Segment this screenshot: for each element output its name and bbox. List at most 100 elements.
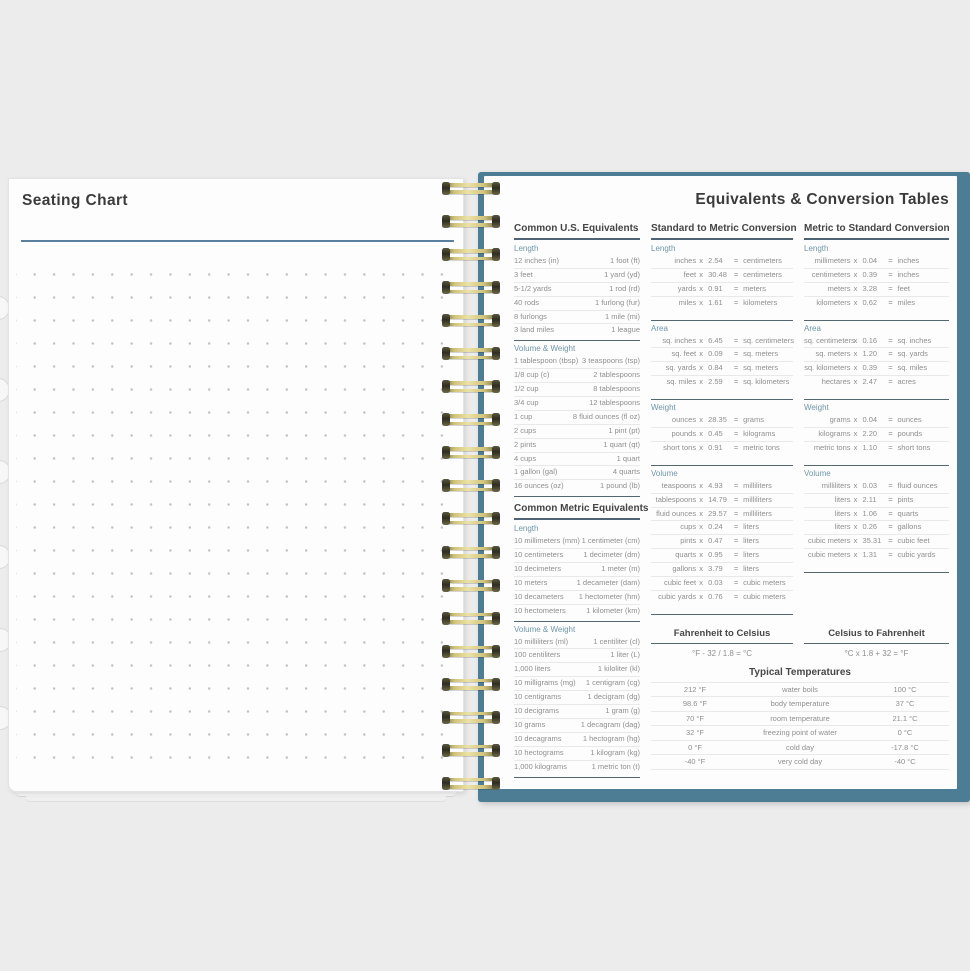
table-row: millimetersx0.04=inches — [804, 255, 949, 269]
conversion-to: sq. yards — [896, 348, 949, 361]
table-row: sq. metersx1.20=sq. yards — [804, 348, 949, 362]
multiply-symbol: x — [851, 362, 861, 375]
fahrenheit-value: -40 °F — [651, 755, 739, 769]
typical-temperatures-title: Typical Temperatures — [651, 667, 949, 678]
equivalent-left: 10 millimeters (mm) — [514, 535, 580, 548]
temperature-label: very cold day — [739, 755, 861, 769]
conversion-to: centimeters — [741, 269, 793, 282]
table-row: kilogramsx2.20=pounds — [804, 428, 949, 442]
formula-text: °F - 32 / 1.8 = °C — [651, 644, 793, 660]
conversion-from: metric tons — [804, 442, 851, 455]
conversion-from: milliliters — [804, 480, 851, 493]
equivalent-right: 8 tablespoons — [593, 383, 640, 396]
section-rows: 10 millimeters (mm)1 centimeter (cm)10 c… — [514, 535, 640, 618]
multiply-symbol: x — [696, 414, 706, 427]
table-row: metric tonsx1.10=short tons — [804, 442, 949, 456]
equivalent-left: 10 hectometers — [514, 605, 566, 618]
temperature-row: 32 °Ffreezing point of water0 °C — [651, 726, 949, 741]
section-rows: inchesx2.54=centimetersfeetx30.48=centim… — [651, 255, 793, 311]
celsius-value: 100 °C — [861, 683, 949, 697]
equals-symbol: = — [731, 414, 741, 427]
conversion-from: sq. miles — [651, 376, 696, 389]
binding-coil — [443, 314, 499, 327]
table-row: 3 feet1 yard (yd) — [514, 269, 640, 283]
conversion-from: cubic meters — [804, 549, 851, 562]
celsius-value: -40 °C — [861, 755, 949, 769]
tables-columns: Common U.S. Equivalents Length 12 inches… — [514, 222, 949, 778]
equivalent-left: 4 cups — [514, 453, 536, 466]
conversion-factor: 0.24 — [706, 521, 731, 534]
conversion-to: metric tons — [741, 442, 793, 455]
section-label: Length — [804, 241, 949, 255]
section-label: Length — [514, 241, 640, 255]
table-row: ouncesx28.35=grams — [651, 414, 793, 428]
equivalent-right: 1 pound (lb) — [600, 480, 640, 493]
conversion-factor: 30.48 — [706, 269, 731, 282]
binding-coil — [443, 446, 499, 459]
equals-symbol: = — [886, 480, 896, 493]
section-label: Volume & Weight — [514, 341, 640, 355]
spiral-binding — [441, 180, 501, 792]
section-length: Length 12 inches (in)1 foot (ft)3 feet1 … — [514, 241, 640, 341]
equivalent-right: 1 mile (mi) — [605, 311, 640, 324]
table-header: Metric to Standard Conversion — [804, 222, 949, 240]
table-row: tablespoonsx14.79=milliliters — [651, 494, 793, 508]
table-row: sq. centimetersx0.16=sq. inches — [804, 335, 949, 349]
table-row: quartsx0.95=liters — [651, 549, 793, 563]
conversion-from: liters — [804, 494, 851, 507]
multiply-symbol: x — [696, 283, 706, 296]
section-length: Length 10 millimeters (mm)1 centimeter (… — [514, 521, 640, 621]
conversion-from: centimeters — [804, 269, 851, 282]
equals-symbol: = — [886, 549, 896, 562]
conversion-to: kilometers — [741, 297, 793, 310]
conversion-to: inches — [896, 269, 949, 282]
equals-symbol: = — [886, 442, 896, 455]
table-row: 1 cup8 fluid ounces (fl oz) — [514, 411, 640, 425]
equivalent-right: 1 hectogram (hg) — [583, 733, 640, 746]
table-row: 10 hectograms1 kilogram (kg) — [514, 747, 640, 761]
table-row: cubic metersx35.31=cubic feet — [804, 535, 949, 549]
equivalent-left: 10 milligrams (mg) — [514, 677, 576, 690]
section-label: Length — [514, 521, 640, 535]
multiply-symbol: x — [696, 563, 706, 576]
conversion-factor: 0.39 — [861, 269, 886, 282]
conversion-factor: 1.20 — [861, 348, 886, 361]
conversion-to: ounces — [896, 414, 949, 427]
conversion-factor: 1.31 — [861, 549, 886, 562]
multiply-symbol: x — [851, 428, 861, 441]
conversion-factor: 0.04 — [861, 255, 886, 268]
equivalent-right: 1 rod (rd) — [609, 283, 640, 296]
notebook-spread: Seating Chart Equivalents & Conversion T… — [0, 0, 970, 971]
conversion-and-temps-wrap: Standard to Metric Conversion Length inc… — [651, 222, 949, 778]
metric-to-std-table: Metric to Standard Conversion Length mil… — [804, 222, 949, 615]
conversion-from: yards — [651, 283, 696, 296]
stacked-page-edge — [26, 796, 446, 802]
section-volume-weight: Volume & Weight 10 milliliters (ml)1 cen… — [514, 622, 640, 778]
conversion-from: cups — [651, 521, 696, 534]
conversion-from: sq. meters — [804, 348, 851, 361]
equivalent-right: 1 league — [611, 324, 640, 337]
equivalent-right: 1 gram (g) — [605, 705, 640, 718]
conversion-factor: 1.06 — [861, 508, 886, 521]
conversion-factor: 1.10 — [861, 442, 886, 455]
equivalent-right: 1 decameter (dam) — [577, 577, 640, 590]
temperature-row: 70 °Froom temperature21.1 °C — [651, 712, 949, 727]
multiply-symbol: x — [696, 269, 706, 282]
binding-coil — [443, 248, 499, 261]
left-page: Seating Chart — [8, 178, 464, 792]
table-row: cubic metersx1.31=cubic yards — [804, 549, 949, 563]
equivalent-left: 3 land miles — [514, 324, 554, 337]
equivalent-right: 1 metric ton (t) — [592, 761, 640, 774]
binding-coil — [443, 215, 499, 228]
conversion-factor: 0.47 — [706, 535, 731, 548]
section-rows: sq. inchesx6.45=sq. centimeterssq. feetx… — [651, 335, 793, 391]
equivalent-right: 1 centigram (cg) — [586, 677, 640, 690]
conversion-from: fluid ounces — [651, 508, 696, 521]
conversion-from: kilograms — [804, 428, 851, 441]
table-row: hectaresx2.47=acres — [804, 376, 949, 390]
conversion-factor: 3.79 — [706, 563, 731, 576]
column-us-and-metric-equivalents: Common U.S. Equivalents Length 12 inches… — [514, 222, 640, 778]
fahrenheit-value: 98.6 °F — [651, 697, 739, 711]
temperature-row: -40 °Fvery cold day-40 °C — [651, 755, 949, 770]
multiply-symbol: x — [696, 376, 706, 389]
